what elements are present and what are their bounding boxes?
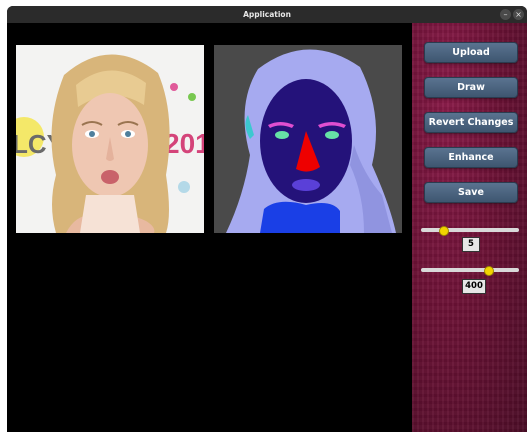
image-canvas: LCY 201 bbox=[7, 23, 412, 432]
window-title: Application bbox=[243, 10, 291, 19]
title-bar: Application – × bbox=[7, 6, 527, 23]
resolution-slider[interactable] bbox=[421, 266, 519, 276]
close-icon[interactable]: × bbox=[513, 9, 524, 20]
control-sidebar: Upload Draw Revert Changes Enhance Save … bbox=[412, 23, 527, 432]
resolution-slider-thumb[interactable] bbox=[484, 266, 495, 276]
svg-text:201: 201 bbox=[164, 128, 204, 159]
brush-size-slider-thumb[interactable] bbox=[438, 226, 449, 236]
minimize-icon[interactable]: – bbox=[500, 9, 511, 20]
save-button[interactable]: Save bbox=[424, 182, 518, 203]
revert-changes-button[interactable]: Revert Changes bbox=[424, 112, 518, 133]
app-window: Application – × LCY 201 Upload Draw Reve… bbox=[7, 6, 527, 432]
draw-button[interactable]: Draw bbox=[424, 77, 518, 98]
enhance-button[interactable]: Enhance bbox=[424, 147, 518, 168]
resolution-value: 400 bbox=[462, 279, 486, 294]
segmentation-map bbox=[214, 45, 402, 233]
brush-size-slider[interactable] bbox=[421, 226, 519, 236]
original-photo: LCY 201 bbox=[16, 45, 204, 233]
upload-button[interactable]: Upload bbox=[424, 42, 518, 63]
brush-size-value: 5 bbox=[462, 237, 480, 252]
